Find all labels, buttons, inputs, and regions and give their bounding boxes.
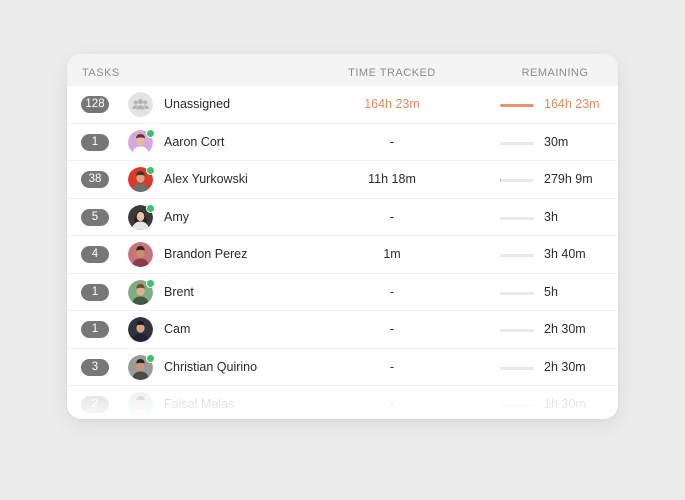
online-status-icon bbox=[146, 203, 155, 213]
remaining-value: 2h 30m bbox=[544, 359, 586, 374]
assignee-name[interactable]: Cam bbox=[164, 322, 190, 336]
table-row[interactable]: 128 Unassigned 164h 23m 164h 23m bbox=[67, 86, 618, 124]
time-tracked-value: - bbox=[389, 322, 395, 336]
task-count-badge: 128 bbox=[81, 96, 109, 113]
remaining-progress-bar bbox=[500, 291, 534, 295]
task-count-badge: 38 bbox=[81, 171, 109, 188]
online-status-icon bbox=[146, 166, 155, 175]
task-count-badge: 1 bbox=[81, 283, 109, 301]
table-row[interactable]: 1 Brent - 5h bbox=[67, 274, 618, 311]
online-status-icon bbox=[146, 128, 155, 138]
assignee-name[interactable]: Unassigned bbox=[164, 97, 230, 111]
table-header: TASKS TIME TRACKED REMAINING bbox=[67, 54, 618, 86]
assignee-name[interactable]: Aaron Cort bbox=[164, 135, 224, 149]
time-tracked-value: - bbox=[389, 397, 395, 411]
group-icon bbox=[128, 92, 153, 117]
avatar bbox=[128, 166, 155, 192]
task-count-badge: 1 bbox=[81, 133, 109, 151]
assignee-name[interactable]: Christian Quirino bbox=[164, 360, 257, 374]
table-row[interactable]: 2 Faisal Malas - 1h 30m bbox=[67, 386, 618, 419]
assignee-name[interactable]: Brandon Perez bbox=[164, 247, 247, 261]
time-tracked-value: - bbox=[389, 284, 395, 299]
workload-table: TASKS TIME TRACKED REMAINING 128 Unassig… bbox=[67, 54, 618, 419]
remaining-value: 30m bbox=[544, 134, 569, 149]
remaining-progress-bar bbox=[500, 104, 534, 107]
remaining-progress-bar bbox=[500, 366, 534, 370]
assignee-name[interactable]: Alex Yurkowski bbox=[164, 172, 248, 186]
time-tracked-value: - bbox=[389, 209, 395, 224]
time-tracked-value: 1m bbox=[383, 247, 401, 261]
avatar bbox=[128, 128, 155, 155]
time-tracked-column-header[interactable]: TIME TRACKED bbox=[327, 67, 457, 79]
remaining-progress-bar bbox=[500, 216, 534, 220]
assignee-name[interactable]: Brent bbox=[164, 285, 194, 299]
assignee-name[interactable]: Faisal Malas bbox=[164, 397, 234, 411]
task-count-badge: 3 bbox=[81, 358, 109, 376]
table-row[interactable]: 38 Alex Yurkowski 11h 18m 279h 9m bbox=[67, 161, 618, 199]
time-tracked-value: - bbox=[389, 134, 395, 149]
assignee-name[interactable]: Amy bbox=[164, 210, 189, 224]
online-status-icon bbox=[146, 353, 155, 363]
remaining-value: 164h 23m bbox=[544, 97, 600, 111]
remaining-value: 3h 40m bbox=[544, 247, 586, 261]
table-row[interactable]: 5 Amy - 3h bbox=[67, 199, 618, 236]
avatar bbox=[128, 203, 155, 230]
remaining-progress-bar bbox=[500, 141, 534, 145]
remaining-value: 3h bbox=[544, 209, 558, 224]
remaining-value: 279h 9m bbox=[544, 172, 593, 186]
time-tracked-value: 164h 23m bbox=[364, 97, 420, 111]
remaining-column-header[interactable]: REMAINING bbox=[500, 67, 610, 79]
remaining-progress-bar bbox=[500, 254, 534, 257]
task-count-badge: 5 bbox=[81, 208, 109, 226]
online-status-icon bbox=[146, 278, 155, 288]
remaining-value: 2h 30m bbox=[544, 322, 586, 336]
remaining-value: 1h 30m bbox=[544, 397, 586, 411]
remaining-progress-bar bbox=[500, 404, 534, 407]
remaining-progress-bar bbox=[500, 179, 534, 182]
avatar bbox=[128, 278, 155, 305]
table-row[interactable]: 4 Brandon Perez 1m 3h 40m bbox=[67, 236, 618, 274]
time-tracked-value: - bbox=[389, 359, 395, 374]
avatar bbox=[128, 242, 153, 267]
table-row[interactable]: 1 Cam - 2h 30m bbox=[67, 311, 618, 349]
task-count-badge: 2 bbox=[81, 396, 109, 413]
tasks-column-header[interactable]: TASKS bbox=[82, 67, 120, 79]
remaining-progress-bar bbox=[500, 329, 534, 332]
table-row[interactable]: 1 Aaron Cort - 30m bbox=[67, 124, 618, 161]
avatar bbox=[128, 392, 153, 417]
task-count-badge: 1 bbox=[81, 321, 109, 338]
task-count-badge: 4 bbox=[81, 246, 109, 263]
time-tracked-value: 11h 18m bbox=[368, 172, 416, 186]
table-row[interactable]: 3 Christian Quirino - 2h 30m bbox=[67, 349, 618, 386]
avatar bbox=[128, 353, 155, 380]
avatar bbox=[128, 317, 153, 342]
remaining-value: 5h bbox=[544, 284, 558, 299]
